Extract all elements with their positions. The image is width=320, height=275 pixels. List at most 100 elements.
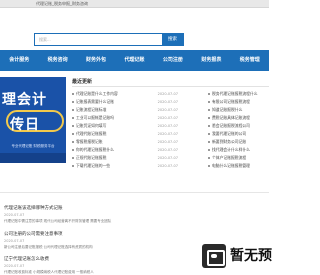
list-item[interactable]: 代理代账记账报税 2020-07-07 <box>72 130 178 138</box>
search-input[interactable] <box>35 34 162 45</box>
list-item-date: 2020-07-07 <box>157 148 178 152</box>
list-item[interactable]: 知道记账报税什么 <box>208 106 269 114</box>
list-item-text: 代理代账记账报税 <box>76 131 107 136</box>
nav-item-tax[interactable]: 税务咨询 <box>38 50 76 71</box>
bullet-icon <box>208 109 210 111</box>
list-item[interactable]: 代理记账是什么工作内容 2020-07-07 <box>72 90 178 98</box>
bullet-icon <box>72 165 74 167</box>
list-item-text: 下载代理记账的一些 <box>76 163 111 168</box>
main-nav: 会计服务 税务咨询 财务外包 代理记账 公司注册 财务报表 税务管理 <box>0 50 269 71</box>
list-item[interactable]: 个体户记账报税流程 <box>208 154 269 162</box>
list-item[interactable]: 工业可以报帐是记账吗 2020-07-07 <box>72 114 178 122</box>
list-item-text: 代理记账是什么工作内容 <box>76 91 118 96</box>
list-item[interactable]: 记账报表需要什么记账 2020-07-07 <box>72 98 178 106</box>
nav-item-tax-management[interactable]: 税务管理 <box>231 50 269 71</box>
list-item[interactable]: 悉会记账报税流程公司 <box>208 122 269 130</box>
bullet-icon <box>208 165 210 167</box>
bullet-icon <box>72 101 74 103</box>
list-item-date: 2020-07-07 <box>157 116 178 120</box>
bullet-icon <box>208 133 210 135</box>
bullet-icon <box>208 125 210 127</box>
bullet-icon <box>208 117 210 119</box>
list-item[interactable]: 税务代理记账报税流程什么 <box>208 90 269 98</box>
list-item[interactable]: 电脑什么记账报税管理 <box>208 162 269 170</box>
list-item-date: 2020-07-07 <box>157 108 178 112</box>
nav-item-accounting[interactable]: 会计服务 <box>0 50 38 71</box>
bullet-icon <box>72 125 74 127</box>
banner-line1: 理会计 <box>2 92 47 108</box>
bullet-icon <box>208 93 210 95</box>
divider <box>0 192 269 193</box>
list-item-text: 有限公司记账报税流程 <box>212 99 250 104</box>
list-item-date: 2020-07-07 <box>157 140 178 144</box>
list-item-text: 悉会记账报税流程公司 <box>212 123 250 128</box>
list-item-text: 个体户记账报税流程 <box>212 155 247 160</box>
list-item-date: 2020-07-07 <box>157 156 178 160</box>
list-item-date: 2020-07-07 <box>157 164 178 168</box>
divider <box>72 86 269 87</box>
image-icon <box>202 244 226 268</box>
list-item[interactable]: 有限公司记账报税流程 <box>208 98 269 106</box>
nav-item-outsourcing[interactable]: 财务外包 <box>77 50 115 71</box>
list-item-text: 正规代账记账报税 <box>76 155 107 160</box>
banner-bar <box>0 153 66 163</box>
post-snippet: 新公司注册后要记账报税 公司代理记账选择有资质的机构 <box>4 245 93 249</box>
bullet-icon <box>72 93 74 95</box>
list-item-text: 工业可以报帐是记账吗 <box>76 115 114 120</box>
bullet-icon <box>208 157 210 159</box>
section-title: 最近更新 <box>72 79 93 87</box>
list-item-date: 2020-07-07 <box>157 132 178 136</box>
post-date: 2020-07-07 <box>4 213 25 217</box>
list-item-text: 找代理会计什么样什么 <box>212 147 250 152</box>
bullet-icon <box>72 157 74 159</box>
bullet-icon <box>208 101 210 103</box>
list-item-date: 2020-07-07 <box>157 124 178 128</box>
post-date: 2020-07-07 <box>4 239 25 243</box>
search-box: 搜索 <box>34 33 184 46</box>
list-item-text: 新要到财务公司记账 <box>212 139 247 144</box>
related-list: 税务代理记账报税流程什么 有限公司记账报税流程 知道记账报税什么 费税记账具体记… <box>208 90 269 170</box>
list-item[interactable]: 找代理会计什么样什么 <box>208 146 269 154</box>
post-title[interactable]: 公司注册的公司需要注意事项 <box>4 231 63 237</box>
search-button[interactable]: 搜索 <box>162 34 183 45</box>
post-snippet: 代理记账收费标准 小规模纳税人代理记账费用 一般纳税人 <box>4 270 94 274</box>
bullet-icon <box>208 141 210 143</box>
bullet-icon <box>72 117 74 119</box>
list-item[interactable]: 你的代理记账报税什么 2020-07-07 <box>72 146 178 154</box>
banner-subtitle: 专业代理记账 财税服务平台 <box>11 144 55 148</box>
nav-item-bookkeeping[interactable]: 代理记账 <box>115 50 153 71</box>
window-title: 代理记账_税务申报_财务咨询 <box>36 1 88 6</box>
list-item[interactable]: 零报税报税记账 2020-07-07 <box>72 138 178 146</box>
list-item-text: 记账报表需要什么记账 <box>76 99 114 104</box>
promo-banner[interactable]: 理会计 传日 专业代理记账 财税服务平台 <box>0 77 66 163</box>
bullet-icon <box>208 149 210 151</box>
post-title[interactable]: 代理记账该选择哪种方式记账 <box>4 205 63 211</box>
list-item-text: 你的代理记账报税什么 <box>76 147 114 152</box>
list-item-text: 税务代理记账报税流程什么 <box>212 91 258 96</box>
list-item[interactable]: 正规代账记账报税 2020-07-07 <box>72 154 178 162</box>
image-placeholder-text: 暂无预 <box>230 248 272 264</box>
nav-item-reports[interactable]: 财务报表 <box>192 50 230 71</box>
bullet-icon <box>72 141 74 143</box>
list-item[interactable]: 我要代理记账的公司 <box>208 130 269 138</box>
recent-list: 代理记账是什么工作内容 2020-07-07 记账报表需要什么记账 2020-07-… <box>72 90 178 170</box>
list-item-text: 记账流程记账标准 <box>76 107 107 112</box>
bullet-icon <box>72 149 74 151</box>
list-item-text: 零报税报税记账 <box>76 139 103 144</box>
window-titlebar: 代理记账_税务申报_财务咨询 <box>0 0 269 8</box>
list-item-text: 知道记账报税什么 <box>212 107 243 112</box>
list-item-text: 费税记账具体记账流程 <box>212 115 250 120</box>
list-item[interactable]: 记账流程记账标准 2020-07-07 <box>72 106 178 114</box>
list-item-date: 2020-07-07 <box>157 92 178 96</box>
post-snippet: 代理记账中需注意的事项 现代公司经营离不开财务管理 需要专业团队 <box>4 219 112 223</box>
image-placeholder: 暂无预 <box>199 239 272 275</box>
list-item[interactable]: 记账凭证如何填写 2020-07-07 <box>72 122 178 130</box>
post-date: 2020-07-07 <box>4 264 25 268</box>
list-item[interactable]: 费税记账具体记账流程 <box>208 114 269 122</box>
list-item-text: 我要代理记账的公司 <box>212 131 247 136</box>
list-item[interactable]: 下载代理记账的一些 2020-07-07 <box>72 162 178 170</box>
list-item[interactable]: 新要到财务公司记账 <box>208 138 269 146</box>
bullet-icon <box>72 109 74 111</box>
post-title[interactable]: 辽宁代理记账怎么收费 <box>4 256 49 262</box>
nav-item-registration[interactable]: 公司注册 <box>154 50 192 71</box>
